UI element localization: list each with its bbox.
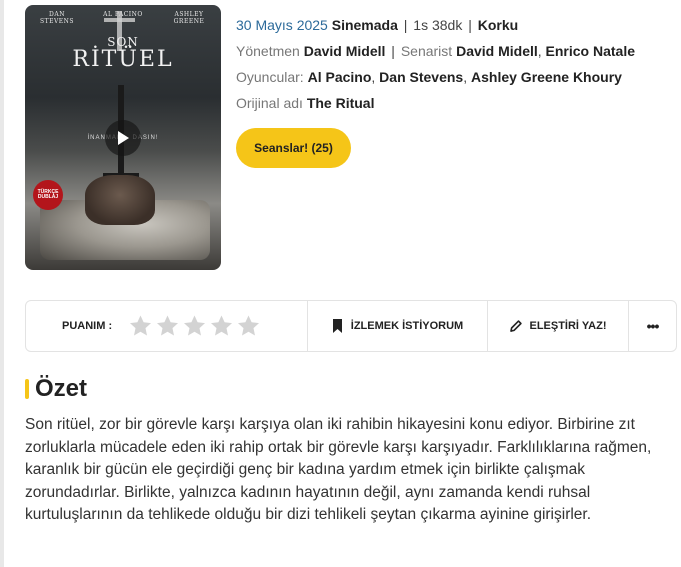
summary-text: Son ritüel, zor bir görevle karşı karşıy… [25, 416, 652, 523]
director-link[interactable]: David Midell [304, 43, 386, 59]
original-title-row: Orijinal adı The Ritual [236, 90, 676, 116]
release-date: 30 Mayıs 2025 [236, 17, 328, 33]
bookmark-icon [332, 319, 342, 333]
cast-label: Oyuncular: [236, 69, 304, 85]
poster-cross-bar [104, 18, 135, 22]
genre-link[interactable]: Korku [478, 17, 518, 33]
star-icon[interactable] [155, 314, 180, 338]
original-title: The Ritual [306, 95, 375, 111]
rating-widget: PUANIM : [26, 301, 308, 351]
director-label: Yönetmen [236, 43, 300, 59]
action-bar: PUANIM : İZLEMEK İSTİYORUM ELEŞTİRİ YAZ!… [25, 300, 677, 352]
cast-link[interactable]: Al Pacino [308, 69, 372, 85]
play-icon [118, 131, 129, 145]
star-icon[interactable] [209, 314, 234, 338]
movie-poster[interactable]: DAN STEVENS AL PACINO ASHLEY GREENE SON … [25, 5, 221, 270]
more-options-button[interactable]: ••• [629, 301, 676, 351]
summary-title: Özet [35, 375, 88, 402]
writer-label: Senarist [400, 43, 453, 59]
release-status: Sinemada [331, 17, 398, 33]
watchlist-button[interactable]: İZLEMEK İSTİYORUM [308, 301, 488, 351]
rating-label: PUANIM : [62, 320, 113, 332]
star-icon[interactable] [182, 314, 207, 338]
poster-title-line2: RİTÜEL [72, 47, 174, 72]
dubbing-badge: TÜRKÇE DUBLAJ [33, 180, 63, 210]
rating-stars [128, 314, 261, 338]
poster-name: ASHLEY GREENE [173, 11, 205, 25]
write-review-button[interactable]: ELEŞTİRİ YAZ! [488, 301, 629, 351]
original-title-label: Orijinal adı [236, 95, 303, 111]
left-divider [0, 0, 4, 567]
cast-link[interactable]: Dan Stevens [379, 69, 463, 85]
writer-link[interactable]: Enrico Natale [546, 43, 635, 59]
cast-row: Oyuncular: Al Pacino, Dan Stevens, Ashle… [236, 69, 622, 85]
cast-link[interactable]: Ashley Greene Khoury [471, 69, 622, 85]
more-icon: ••• [646, 318, 660, 334]
movie-info: 30 Mayıs 2025 Sinemada | 1s 38dk | Korku… [236, 12, 676, 116]
duration: 1s 38dk [413, 17, 463, 33]
star-icon[interactable] [128, 314, 153, 338]
review-label: ELEŞTİRİ YAZ! [529, 320, 607, 332]
trailer-play-button[interactable] [105, 120, 141, 156]
release-row: 30 Mayıs 2025 Sinemada | 1s 38dk | Korku [236, 17, 519, 33]
watchlist-label: İZLEMEK İSTİYORUM [350, 320, 464, 332]
sessions-button[interactable]: Seanslar! (25) [236, 128, 351, 168]
pencil-icon [510, 320, 523, 332]
writer-link[interactable]: David Midell [456, 43, 538, 59]
summary-heading: Özet [25, 375, 87, 403]
star-icon[interactable] [236, 314, 261, 338]
poster-figure [85, 175, 155, 225]
poster-name: DAN STEVENS [39, 11, 75, 25]
crew-row: Yönetmen David Midell | Senarist David M… [236, 43, 636, 59]
heading-accent [25, 379, 29, 399]
badge-line2: DUBLAJ [37, 194, 59, 200]
